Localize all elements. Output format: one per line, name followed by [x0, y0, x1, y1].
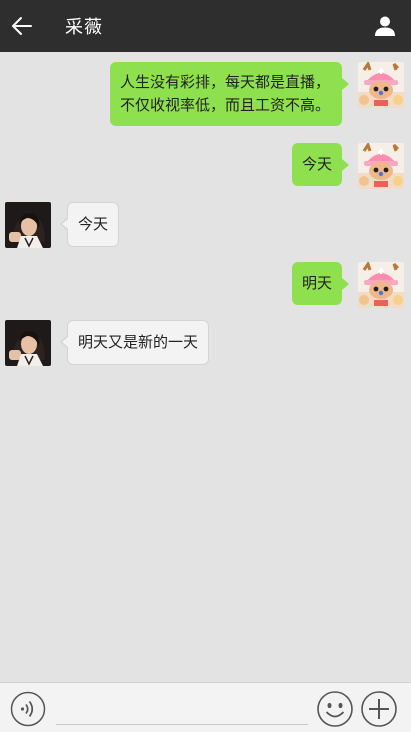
back-button[interactable] — [0, 0, 48, 52]
more-button[interactable] — [360, 690, 398, 728]
my-avatar[interactable] — [358, 62, 404, 108]
message-text-line: 今天 — [78, 215, 109, 233]
voice-icon — [10, 691, 46, 727]
smiley-icon — [317, 691, 353, 727]
plus-icon — [361, 691, 397, 727]
message-input[interactable] — [56, 691, 308, 725]
chat-title: 采薇 — [65, 17, 103, 38]
person-icon — [375, 16, 395, 36]
message-list[interactable]: 人生没有彩排，每天都是直播， 不仅收视率低，而且工资不高。 今天 今天 明天 明… — [0, 52, 411, 682]
profile-button[interactable] — [369, 10, 401, 42]
contact-avatar[interactable] — [5, 202, 51, 248]
message-text-line: 今天 — [301, 155, 332, 173]
sent-message-bubble[interactable]: 今天 — [291, 143, 350, 186]
sent-message-bubble[interactable]: 明天 — [291, 262, 350, 305]
back-arrow-icon — [12, 17, 32, 35]
message-text-line: 明天 — [301, 274, 332, 292]
received-message-bubble[interactable]: 明天又是新的一天 — [59, 320, 210, 365]
message-text-line: 不仅收视率低，而且工资不高。 — [119, 96, 330, 114]
message-text-line: 人生没有彩排，每天都是直播， — [119, 73, 330, 91]
message-text-line: 明天又是新的一天 — [78, 333, 199, 351]
input-bar — [0, 682, 411, 732]
contact-avatar[interactable] — [5, 320, 51, 366]
my-avatar[interactable] — [358, 262, 404, 308]
chat-header: 采薇 — [0, 0, 411, 52]
voice-button[interactable] — [10, 691, 46, 727]
sent-message-bubble[interactable]: 人生没有彩排，每天都是直播， 不仅收视率低，而且工资不高。 — [109, 62, 350, 126]
received-message-bubble[interactable]: 今天 — [59, 202, 120, 247]
my-avatar[interactable] — [358, 143, 404, 189]
emoji-button[interactable] — [316, 690, 354, 728]
